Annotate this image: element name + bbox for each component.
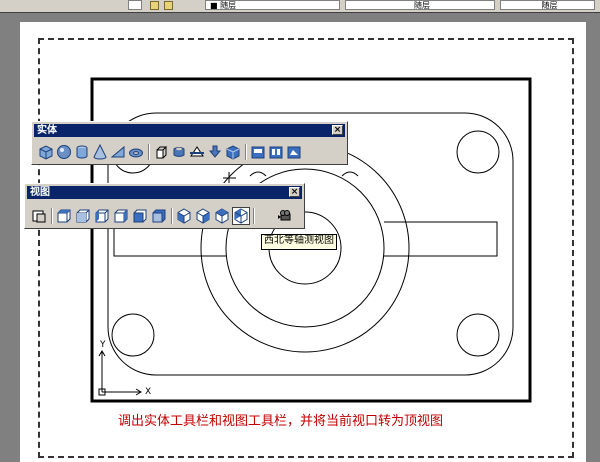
solids-toolbar-title-text: 实体 [37, 125, 57, 136]
sphere-icon[interactable] [56, 144, 72, 160]
cylinder-icon[interactable] [74, 144, 90, 160]
instruction-caption: 调出实体工具栏和视图工具栏，并将当前视口转为顶视图 [118, 414, 444, 429]
separator [171, 208, 173, 224]
camera-icon[interactable] [277, 208, 293, 224]
view-toolbar-title-text: 视图 [30, 187, 50, 198]
se-isometric-icon[interactable] [195, 208, 211, 224]
ucs-x-label: X [145, 387, 152, 397]
hole-bottom-left [111, 313, 155, 357]
separator [253, 208, 255, 224]
hole-bottom-right [456, 313, 500, 357]
section-icon[interactable] [207, 144, 223, 160]
sw-isometric-icon[interactable] [176, 208, 192, 224]
view-toolbar-close-button[interactable]: × [289, 187, 300, 197]
box-icon[interactable] [38, 144, 54, 160]
bottom-view-icon[interactable] [75, 208, 91, 224]
view-toolbar[interactable]: 视图 × [24, 183, 305, 229]
left-view-icon[interactable] [94, 208, 110, 224]
nw-isometric-icon[interactable] [232, 207, 250, 225]
view-toolbar-title[interactable]: 视图 × [27, 186, 302, 199]
setup-drawing-icon[interactable] [250, 144, 266, 160]
revolve-icon[interactable] [171, 144, 187, 160]
solids-toolbar[interactable]: 实体 × [31, 121, 348, 165]
separator [51, 208, 53, 224]
ne-isometric-icon[interactable] [214, 208, 230, 224]
setup-profile-icon[interactable] [286, 144, 302, 160]
hole-top-right [456, 130, 500, 174]
fillet-mark-left [249, 171, 267, 177]
slot-right [384, 221, 498, 257]
front-view-icon[interactable] [132, 208, 148, 224]
cone-icon[interactable] [92, 144, 108, 160]
right-view-icon[interactable] [113, 208, 129, 224]
setup-view-icon[interactable] [268, 144, 284, 160]
fillet-mark-right [341, 171, 359, 177]
top-view-icon[interactable] [56, 208, 72, 224]
slice-icon[interactable] [189, 144, 205, 160]
separator [148, 144, 150, 160]
interfere-icon[interactable] [225, 144, 241, 160]
wedge-icon[interactable] [110, 144, 126, 160]
torus-icon[interactable] [128, 144, 144, 160]
extrude-icon[interactable] [153, 144, 169, 160]
ucs-y-label: Y [100, 340, 106, 350]
tooltip: 西北等轴测视图 [261, 234, 337, 250]
separator [245, 144, 247, 160]
back-view-icon[interactable] [151, 208, 167, 224]
named-views-icon[interactable] [31, 208, 47, 224]
solids-toolbar-title[interactable]: 实体 × [34, 124, 345, 137]
solids-toolbar-close-button[interactable]: × [332, 125, 343, 135]
